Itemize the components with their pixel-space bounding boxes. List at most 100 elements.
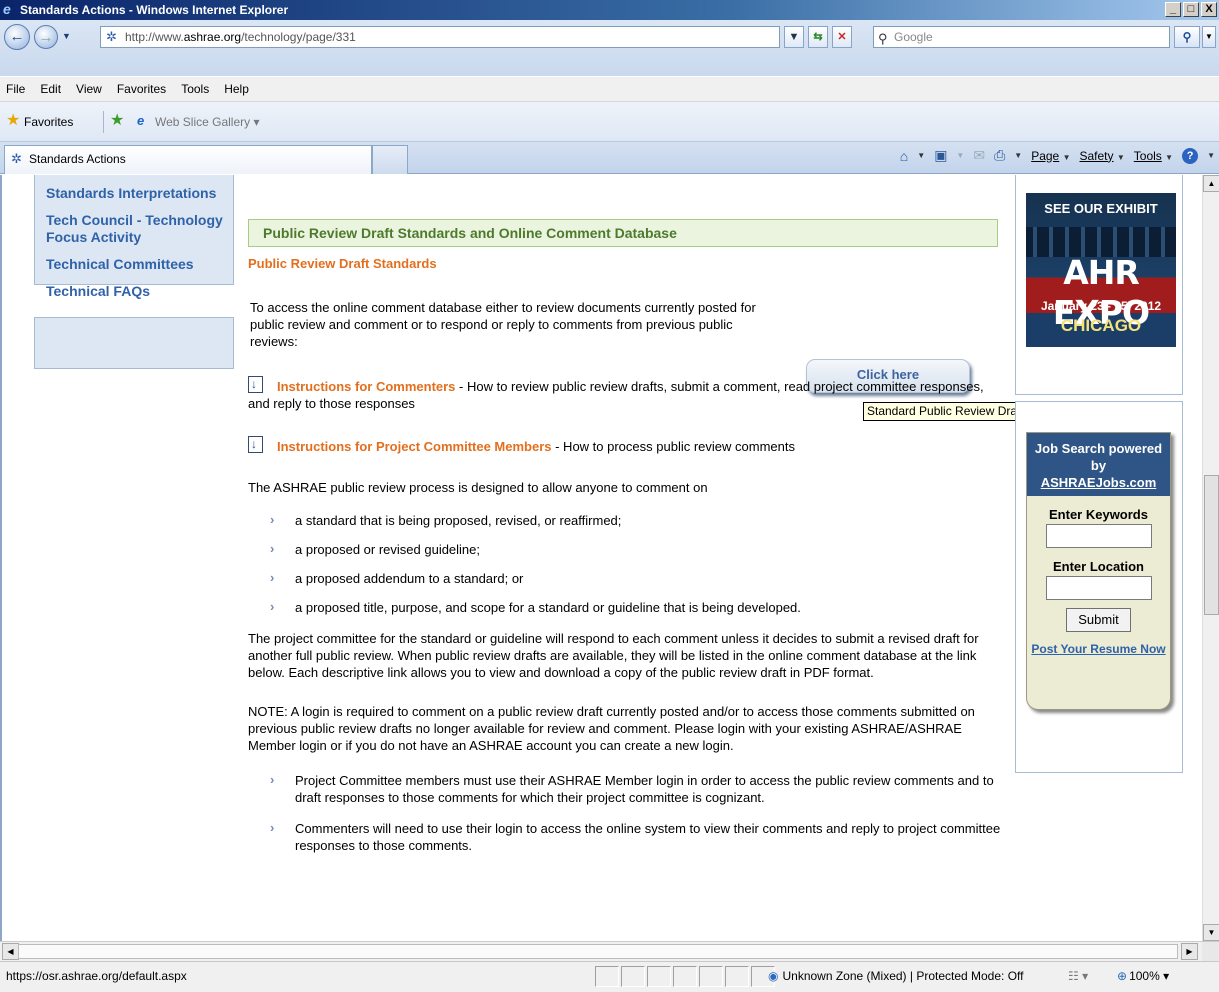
nav-tech-council[interactable]: Tech Council - Technology Focus Activity bbox=[46, 212, 233, 246]
new-tab-button[interactable] bbox=[372, 145, 408, 174]
menu-tools[interactable]: Tools bbox=[181, 82, 209, 96]
ahr-expo-banner[interactable]: SEE OUR EXHIBIT AHR EXPO January 23 - 25… bbox=[1026, 193, 1176, 347]
nav-standards-interpretations[interactable]: Standards Interpretations bbox=[46, 185, 233, 202]
list-item: Project Committee members must use their… bbox=[270, 771, 1008, 806]
feeds-icon[interactable]: ▣ bbox=[934, 147, 947, 164]
instructions-commenters-link[interactable]: Instructions for Commenters bbox=[277, 379, 455, 394]
location-input[interactable] bbox=[1045, 576, 1152, 600]
security-zone[interactable]: ◉ Unknown Zone (Mixed) | Protected Mode: … bbox=[768, 962, 1024, 991]
menu-favorites[interactable]: Favorites bbox=[117, 82, 166, 96]
window-title: Standards Actions - Windows Internet Exp… bbox=[20, 3, 289, 17]
left-navigation: Standards Interpretations Tech Council -… bbox=[34, 175, 234, 299]
list-item: a standard that is being proposed, revis… bbox=[270, 511, 1008, 529]
web-slice-ie-icon: e bbox=[137, 113, 145, 128]
list-item: Commenters will need to use their login … bbox=[270, 819, 1008, 854]
job-search-widget: Job Search powered by ASHRAEJobs.com Ent… bbox=[1026, 432, 1171, 710]
forward-button[interactable]: → bbox=[34, 25, 58, 49]
left-navigation-panel bbox=[34, 317, 234, 369]
list-item: a proposed title, purpose, and scope for… bbox=[270, 598, 1008, 616]
keywords-label: Enter Keywords bbox=[1049, 507, 1148, 522]
add-to-favorites-icon[interactable]: ★ bbox=[110, 113, 124, 129]
menu-file[interactable]: File bbox=[6, 82, 25, 96]
status-panes bbox=[595, 966, 775, 987]
section-heading: Public Review Draft Standards bbox=[248, 256, 437, 271]
job-search-submit-button[interactable]: Submit bbox=[1066, 608, 1131, 632]
web-slice-gallery-link[interactable]: Web Slice Gallery ▾ bbox=[155, 115, 260, 129]
mail-icon[interactable]: ✉ bbox=[973, 147, 985, 164]
home-icon[interactable]: ⌂ bbox=[900, 148, 908, 164]
job-search-box: Job Search powered by ASHRAEJobs.com Ent… bbox=[1015, 401, 1183, 773]
help-icon[interactable]: ? bbox=[1182, 147, 1199, 164]
close-button[interactable]: X bbox=[1201, 2, 1217, 17]
list-item: a proposed or revised guideline; bbox=[270, 540, 1008, 558]
refresh-button[interactable]: ⇆ bbox=[808, 26, 828, 48]
note-paragraph: NOTE: A login is required to comment on … bbox=[248, 704, 975, 753]
nav-technical-faqs[interactable]: Technical FAQs bbox=[46, 283, 233, 300]
favorites-separator bbox=[103, 111, 104, 133]
login-list: Project Committee members must use their… bbox=[248, 771, 1008, 854]
scroll-right-icon[interactable]: ▶ bbox=[1181, 943, 1198, 960]
nav-technical-committees[interactable]: Technical Committees bbox=[46, 256, 233, 273]
zoom-icon: ⊕ bbox=[1117, 969, 1128, 983]
process-list: a standard that is being proposed, revis… bbox=[248, 511, 1008, 616]
feeds-dropdown-icon[interactable]: ▼ bbox=[956, 151, 964, 160]
search-go-button[interactable]: ⚲ bbox=[1174, 26, 1200, 48]
ashraejobs-link[interactable]: ASHRAEJobs.com bbox=[1041, 475, 1157, 490]
tab-bar: ✲ Standards Actions ⌂ ▼ ▣ ▼ ✉ ⎙ ▼ Page ▼ Sa… bbox=[0, 142, 1219, 174]
list-item: a proposed addendum to a standard; or bbox=[270, 569, 1008, 587]
main-content: Public Review Draft Standards and Online… bbox=[248, 219, 1093, 868]
location-label: Enter Location bbox=[1052, 559, 1144, 574]
menu-bar: File Edit View Favorites Tools Help bbox=[0, 76, 1219, 102]
tab-standards-actions[interactable]: ✲ Standards Actions bbox=[4, 145, 372, 174]
stop-button[interactable]: ✕ bbox=[832, 26, 852, 48]
horizontal-scrollbar[interactable]: ◀ ▶ bbox=[0, 941, 1219, 962]
print-icon[interactable]: ⎙ bbox=[994, 147, 1005, 164]
menu-help[interactable]: Help bbox=[224, 82, 249, 96]
menu-edit[interactable]: Edit bbox=[40, 82, 61, 96]
vertical-scroll-thumb[interactable] bbox=[1204, 475, 1219, 615]
address-dropdown-button[interactable]: ▼ bbox=[784, 26, 804, 48]
ad-box: SEE OUR EXHIBIT AHR EXPO January 23 - 25… bbox=[1015, 175, 1183, 395]
search-input[interactable]: ⚲ Google bbox=[873, 26, 1170, 48]
home-dropdown-icon[interactable]: ▼ bbox=[917, 151, 925, 160]
search-options-button[interactable]: ▼ bbox=[1202, 26, 1216, 48]
address-input[interactable]: ✲ http://www.ashrae.org/technology/page/… bbox=[100, 26, 780, 48]
help-dropdown-icon[interactable]: ▼ bbox=[1207, 151, 1215, 160]
site-favicon-icon: ✲ bbox=[106, 29, 117, 44]
instructions-commenters: Instructions for Commenters - How to rev… bbox=[248, 376, 1008, 412]
zoom-level[interactable]: ⊕ 100% ▾ bbox=[1117, 962, 1169, 991]
print-dropdown-icon[interactable]: ▼ bbox=[1014, 151, 1022, 160]
page-title: Public Review Draft Standards and Online… bbox=[248, 219, 998, 247]
recent-pages-dropdown[interactable]: ▼ bbox=[62, 31, 71, 41]
minimize-button[interactable]: _ bbox=[1165, 2, 1181, 17]
maximize-button[interactable]: □ bbox=[1183, 2, 1199, 17]
scroll-left-icon[interactable]: ◀ bbox=[2, 943, 19, 960]
favorites-button[interactable]: Favorites bbox=[24, 115, 73, 129]
menu-view[interactable]: View bbox=[76, 82, 102, 96]
download-document-icon[interactable] bbox=[248, 376, 263, 393]
keywords-input[interactable] bbox=[1045, 524, 1152, 548]
tools-menu[interactable]: Tools ▼ bbox=[1134, 149, 1173, 163]
window-title-bar: e Standards Actions - Windows Internet E… bbox=[0, 0, 1219, 20]
instructions-committee-link[interactable]: Instructions for Project Committee Membe… bbox=[277, 439, 552, 454]
favorites-star-icon[interactable]: ★ bbox=[6, 113, 20, 129]
globe-icon: ◉ bbox=[768, 969, 779, 983]
search-icon: ⚲ bbox=[878, 31, 888, 46]
horizontal-scroll-thumb[interactable] bbox=[18, 944, 1178, 959]
post-resume-link[interactable]: Post Your Resume Now bbox=[1027, 642, 1170, 657]
scroll-up-icon[interactable]: ▲ bbox=[1203, 175, 1219, 192]
back-button[interactable]: ← bbox=[4, 24, 30, 50]
page-viewport: Standards Interpretations Tech Council -… bbox=[0, 175, 1219, 941]
page-menu[interactable]: Page ▼ bbox=[1031, 149, 1070, 163]
committee-paragraph: The project committee for the standard o… bbox=[248, 631, 979, 680]
address-toolbar: ← → ▼ ✲ http://www.ashrae.org/technology… bbox=[0, 20, 1219, 76]
download-document-icon[interactable] bbox=[248, 436, 263, 453]
ie-logo-icon: e bbox=[3, 1, 11, 17]
safety-menu[interactable]: Safety ▼ bbox=[1080, 149, 1125, 163]
instructions-committee: Instructions for Project Committee Membe… bbox=[248, 436, 1008, 455]
vertical-scrollbar[interactable]: ▲ ▼ bbox=[1202, 175, 1219, 941]
scroll-corner bbox=[1202, 942, 1219, 962]
popup-blocker-icon[interactable]: ☷ ▾ bbox=[1068, 962, 1088, 991]
scroll-down-icon[interactable]: ▼ bbox=[1203, 924, 1219, 941]
job-search-header: Job Search powered by ASHRAEJobs.com bbox=[1027, 433, 1170, 496]
